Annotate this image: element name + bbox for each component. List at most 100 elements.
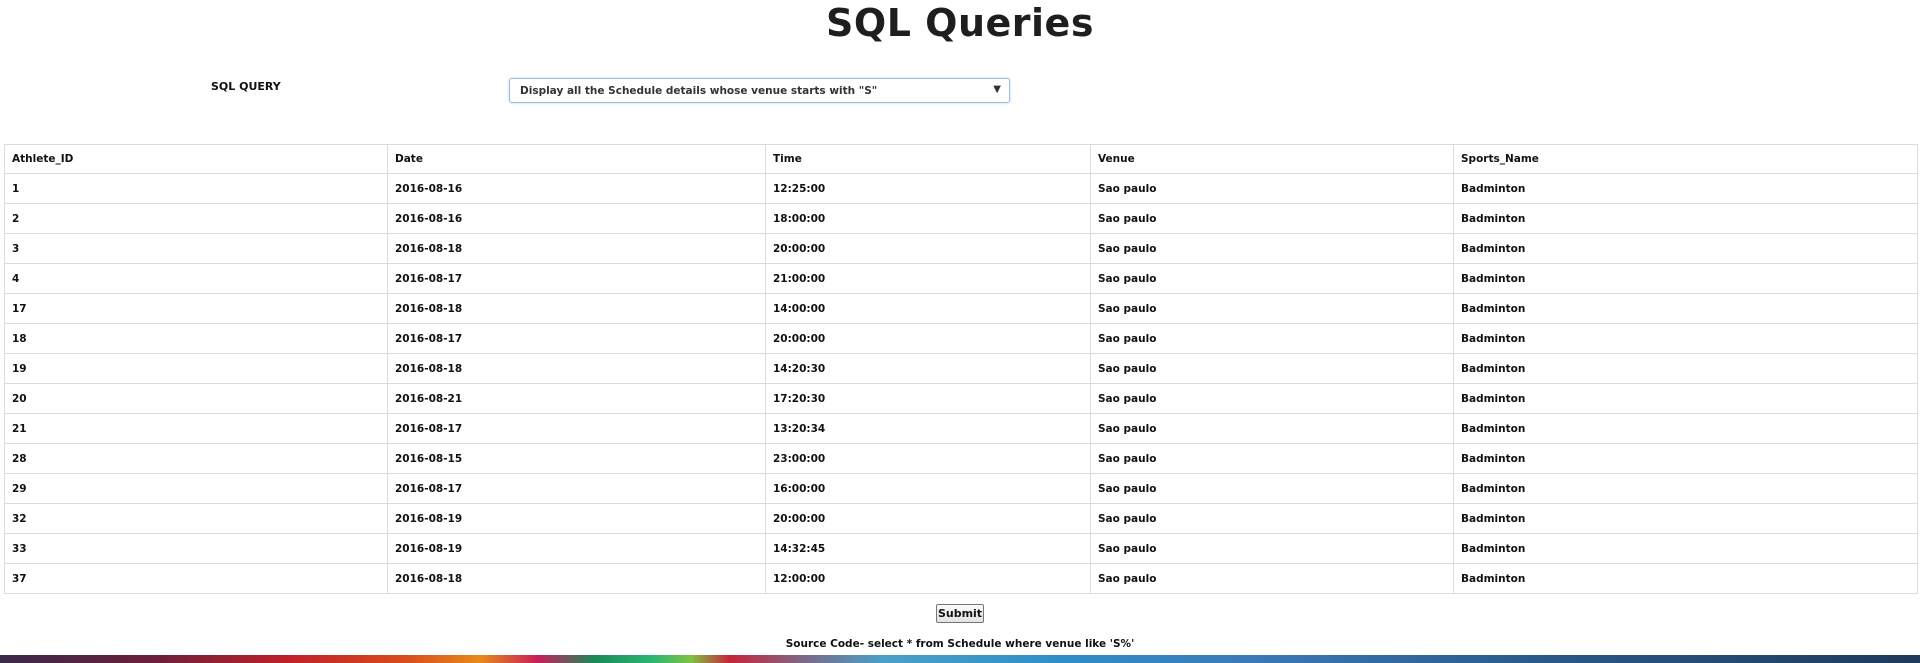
cell-time: 14:20:30 xyxy=(765,353,1091,384)
cell-time: 18:00:00 xyxy=(765,203,1091,234)
table-row: 29 2016-08-17 16:00:00 Sao paulo Badminton xyxy=(4,473,1918,504)
cell-sports-name: Badminton xyxy=(1453,293,1918,324)
cell-venue: Sao paulo xyxy=(1090,443,1454,474)
cell-time: 13:20:34 xyxy=(765,413,1091,444)
cell-sports-name: Badminton xyxy=(1453,263,1918,294)
cell-sports-name: Badminton xyxy=(1453,173,1918,204)
cell-athlete-id: 21 xyxy=(4,413,388,444)
cell-sports-name: Badminton xyxy=(1453,563,1918,594)
cell-time: 14:00:00 xyxy=(765,293,1091,324)
cell-venue: Sao paulo xyxy=(1090,473,1454,504)
table-row: 19 2016-08-18 14:20:30 Sao paulo Badminton xyxy=(4,353,1918,384)
cell-athlete-id: 20 xyxy=(4,383,388,414)
table-row: 20 2016-08-21 17:20:30 Sao paulo Badminton xyxy=(4,383,1918,414)
results-table-body: 1 2016-08-16 12:25:00 Sao paulo Badminton 2 20… xyxy=(4,173,1918,594)
decorative-color-band xyxy=(0,655,1920,663)
cell-date: 2016-08-19 xyxy=(387,533,766,564)
table-row: 33 2016-08-19 14:32:45 Sao paulo Badminton xyxy=(4,533,1918,564)
cell-time: 23:00:00 xyxy=(765,443,1091,474)
cell-athlete-id: 17 xyxy=(4,293,388,324)
cell-date: 2016-08-17 xyxy=(387,323,766,354)
cell-athlete-id: 4 xyxy=(4,263,388,294)
table-row: 2 2016-08-16 18:00:00 Sao paulo Badminton xyxy=(4,203,1918,234)
cell-date: 2016-08-17 xyxy=(387,263,766,294)
cell-venue: Sao paulo xyxy=(1090,293,1454,324)
cell-venue: Sao paulo xyxy=(1090,533,1454,564)
cell-date: 2016-08-16 xyxy=(387,203,766,234)
sql-query-select[interactable]: Display all the Schedule details whose v… xyxy=(509,78,1010,103)
cell-venue: Sao paulo xyxy=(1090,383,1454,414)
cell-time: 12:25:00 xyxy=(765,173,1091,204)
cell-sports-name: Badminton xyxy=(1453,533,1918,564)
cell-time: 14:32:45 xyxy=(765,533,1091,564)
sql-query-label: SQL QUERY xyxy=(211,80,281,93)
cell-time: 17:20:30 xyxy=(765,383,1091,414)
column-header-date: Date xyxy=(387,144,766,174)
cell-time: 21:00:00 xyxy=(765,263,1091,294)
cell-date: 2016-08-17 xyxy=(387,473,766,504)
table-row: 21 2016-08-17 13:20:34 Sao paulo Badminton xyxy=(4,413,1918,444)
cell-venue: Sao paulo xyxy=(1090,233,1454,264)
cell-athlete-id: 37 xyxy=(4,563,388,594)
cell-date: 2016-08-21 xyxy=(387,383,766,414)
cell-athlete-id: 29 xyxy=(4,473,388,504)
cell-sports-name: Badminton xyxy=(1453,443,1918,474)
cell-time: 20:00:00 xyxy=(765,503,1091,534)
table-row: 18 2016-08-17 20:00:00 Sao paulo Badminton xyxy=(4,323,1918,354)
cell-athlete-id: 28 xyxy=(4,443,388,474)
column-header-sports-name: Sports_Name xyxy=(1453,144,1918,174)
source-code-text: Source Code- select * from Schedule wher… xyxy=(785,638,1135,650)
cell-date: 2016-08-18 xyxy=(387,563,766,594)
cell-athlete-id: 2 xyxy=(4,203,388,234)
cell-venue: Sao paulo xyxy=(1090,503,1454,534)
page-title: SQL Queries xyxy=(826,1,1094,45)
results-table: Athlete_ID Date Time Venue Sports_Name 1… xyxy=(4,144,1918,594)
cell-venue: Sao paulo xyxy=(1090,263,1454,294)
table-row: 3 2016-08-18 20:00:00 Sao paulo Badminton xyxy=(4,233,1918,264)
cell-date: 2016-08-18 xyxy=(387,353,766,384)
cell-time: 12:00:00 xyxy=(765,563,1091,594)
cell-date: 2016-08-17 xyxy=(387,413,766,444)
cell-venue: Sao paulo xyxy=(1090,413,1454,444)
cell-athlete-id: 18 xyxy=(4,323,388,354)
cell-sports-name: Badminton xyxy=(1453,473,1918,504)
cell-date: 2016-08-16 xyxy=(387,173,766,204)
cell-date: 2016-08-18 xyxy=(387,233,766,264)
cell-sports-name: Badminton xyxy=(1453,383,1918,414)
column-header-venue: Venue xyxy=(1090,144,1454,174)
cell-date: 2016-08-15 xyxy=(387,443,766,474)
cell-sports-name: Badminton xyxy=(1453,413,1918,444)
cell-sports-name: Badminton xyxy=(1453,353,1918,384)
sql-query-selected-value: Display all the Schedule details whose v… xyxy=(520,85,878,97)
cell-sports-name: Badminton xyxy=(1453,233,1918,264)
cell-sports-name: Badminton xyxy=(1453,323,1918,354)
cell-time: 16:00:00 xyxy=(765,473,1091,504)
page: SQL Queries SQL QUERY Display all the Sc… xyxy=(0,0,1920,663)
table-row: 37 2016-08-18 12:00:00 Sao paulo Badminton xyxy=(4,563,1918,594)
cell-athlete-id: 19 xyxy=(4,353,388,384)
chevron-down-icon: ▼ xyxy=(993,84,1001,95)
cell-athlete-id: 33 xyxy=(4,533,388,564)
cell-date: 2016-08-19 xyxy=(387,503,766,534)
cell-athlete-id: 1 xyxy=(4,173,388,204)
cell-time: 20:00:00 xyxy=(765,233,1091,264)
submit-button[interactable]: Submit xyxy=(936,604,984,623)
cell-venue: Sao paulo xyxy=(1090,173,1454,204)
cell-venue: Sao paulo xyxy=(1090,353,1454,384)
cell-date: 2016-08-18 xyxy=(387,293,766,324)
column-header-athlete-id: Athlete_ID xyxy=(4,144,388,174)
table-row: 32 2016-08-19 20:00:00 Sao paulo Badminton xyxy=(4,503,1918,534)
cell-venue: Sao paulo xyxy=(1090,203,1454,234)
cell-athlete-id: 32 xyxy=(4,503,388,534)
table-header-row: Athlete_ID Date Time Venue Sports_Name xyxy=(4,144,1918,174)
cell-venue: Sao paulo xyxy=(1090,323,1454,354)
cell-time: 20:00:00 xyxy=(765,323,1091,354)
table-row: 4 2016-08-17 21:00:00 Sao paulo Badminton xyxy=(4,263,1918,294)
cell-athlete-id: 3 xyxy=(4,233,388,264)
cell-sports-name: Badminton xyxy=(1453,503,1918,534)
table-row: 17 2016-08-18 14:00:00 Sao paulo Badminton xyxy=(4,293,1918,324)
cell-sports-name: Badminton xyxy=(1453,203,1918,234)
column-header-time: Time xyxy=(765,144,1091,174)
table-row: 28 2016-08-15 23:00:00 Sao paulo Badminton xyxy=(4,443,1918,474)
cell-venue: Sao paulo xyxy=(1090,563,1454,594)
